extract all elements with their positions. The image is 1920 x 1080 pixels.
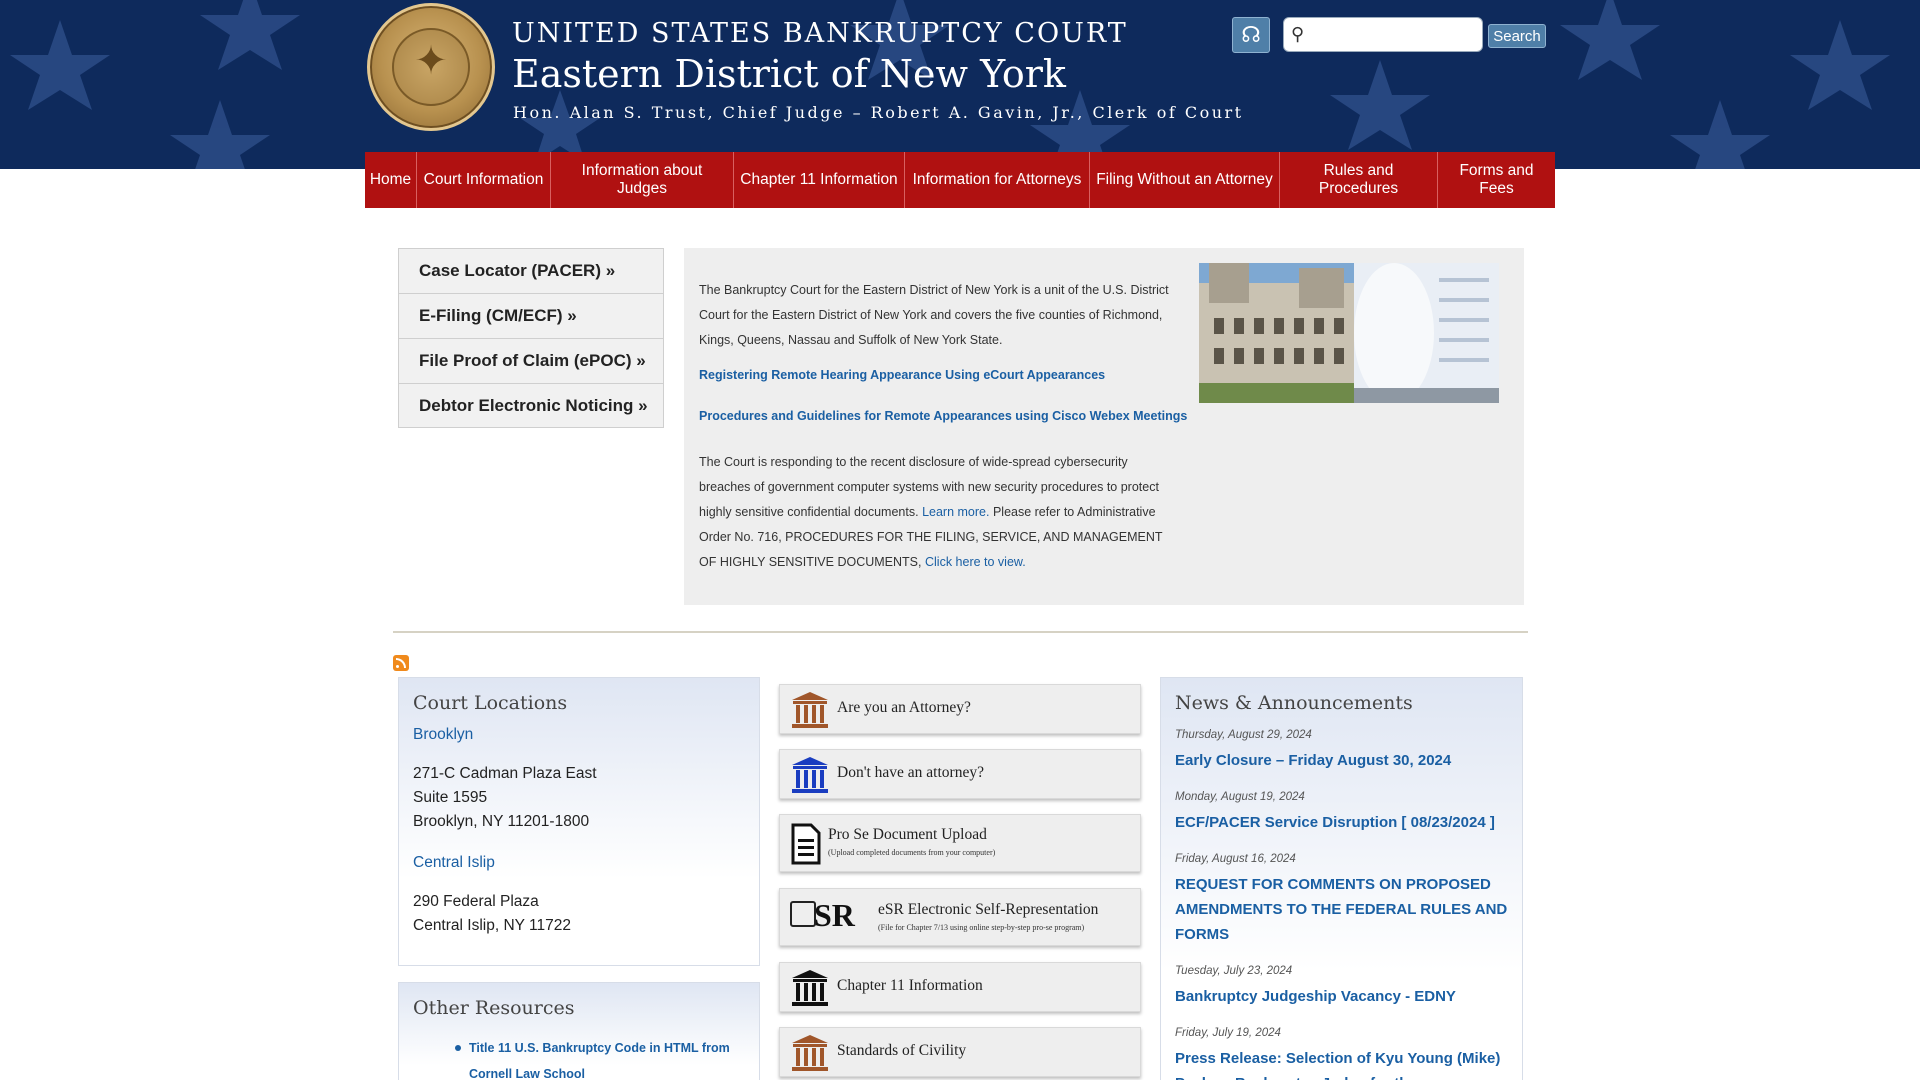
card-title: Chapter 11 Information	[837, 977, 983, 994]
quick-link-proof-of-claim[interactable]: File Proof of Claim (ePOC) »	[398, 338, 664, 383]
card-title: Standards of Civility	[837, 1042, 967, 1059]
site-header: ✦ UNITED STATES BANKRUPTCY COURT Eastern…	[0, 0, 1920, 169]
nav-chapter-11-information[interactable]: Chapter 11 Information	[734, 152, 905, 208]
card-are-you-attorney[interactable]: Are you an Attorney?	[779, 684, 1141, 734]
card-title: eSR Electronic Self-Representation	[878, 901, 1099, 918]
brooklyn-link[interactable]: Brooklyn	[413, 726, 473, 744]
address-line: 271-C Cadman Plaza East	[413, 765, 597, 782]
courthouse-icon	[792, 970, 828, 1006]
card-esr[interactable]: SR eSR Electronic Self-Representation (F…	[779, 888, 1141, 946]
card-title: Don't have an attorney?	[837, 764, 984, 781]
intro-text: The Bankruptcy Court for the Eastern Dis…	[699, 283, 1169, 347]
section-divider	[393, 631, 1528, 633]
card-subtitle: (File for Chapter 7/13 using online step…	[878, 923, 1085, 932]
search-icon: ⚲	[1291, 24, 1305, 44]
court-locations-panel: Court Locations Brooklyn 271-C Cadman Pl…	[398, 677, 760, 966]
card-title: Pro Se Document Upload	[828, 826, 987, 843]
nav-filing-without-attorney[interactable]: Filing Without an Attorney	[1090, 152, 1280, 208]
click-here-link[interactable]: Click here to view.	[925, 555, 1026, 569]
cybersecurity-notice: The Court is responding to the recent di…	[699, 450, 1174, 575]
intro-box: The Bankruptcy Court for the Eastern Dis…	[684, 248, 1524, 605]
nav-home[interactable]: Home	[365, 152, 417, 208]
central-islip-link[interactable]: Central Islip	[413, 854, 495, 872]
news-item-link[interactable]: REQUEST FOR COMMENTS ON PROPOSED AMENDME…	[1175, 872, 1510, 947]
news-date: Monday, August 19, 2024	[1175, 791, 1305, 803]
news-item-link[interactable]: ECF/PACER Service Disruption [ 08/23/202…	[1175, 810, 1510, 835]
news-item-link[interactable]: Early Closure – Friday August 30, 2024	[1175, 748, 1510, 773]
hearing-assist-icon[interactable]: ☊	[1232, 17, 1270, 53]
seal-inner-ring: ✦	[392, 28, 470, 106]
page-root: ✦ UNITED STATES BANKRUPTCY COURT Eastern…	[0, 0, 1920, 1080]
court-seal-logo[interactable]: ✦	[367, 3, 495, 131]
news-item-link[interactable]: Bankruptcy Judgeship Vacancy - EDNY	[1175, 984, 1510, 1009]
court-title: UNITED STATES BANKRUPTCY COURT	[512, 18, 1128, 49]
judges-line: Hon. Alan S. Trust, Chief Judge – Robert…	[513, 103, 1244, 122]
central-islip-address: 290 Federal Plaza Central Islip, NY 1172…	[413, 890, 571, 938]
nav-information-about-judges[interactable]: Information about Judges	[551, 152, 734, 208]
search-button[interactable]: Search	[1488, 24, 1546, 48]
court-locations-title: Court Locations	[413, 692, 568, 714]
news-date: Friday, August 16, 2024	[1175, 853, 1296, 865]
district-name[interactable]: Eastern District of New York	[512, 52, 1066, 96]
other-resources-title: Other Resources	[413, 997, 575, 1019]
rss-icon[interactable]	[393, 655, 409, 671]
learn-more-link[interactable]: Learn more.	[922, 505, 989, 519]
nav-court-information[interactable]: Court Information	[417, 152, 551, 208]
news-panel: News & Announcements Thursday, August 29…	[1160, 677, 1523, 1080]
card-chapter-11[interactable]: Chapter 11 Information	[779, 962, 1141, 1012]
eagle-icon: ✦	[414, 38, 448, 84]
address-line: 290 Federal Plaza	[413, 893, 539, 910]
courthouse-photo-art	[1199, 263, 1499, 403]
nav-information-for-attorneys[interactable]: Information for Attorneys	[905, 152, 1090, 208]
news-date: Friday, July 19, 2024	[1175, 1027, 1281, 1039]
quick-link-case-locator[interactable]: Case Locator (PACER) »	[398, 248, 664, 293]
quick-link-debtor-noticing[interactable]: Debtor Electronic Noticing »	[398, 383, 664, 428]
address-line: Brooklyn, NY 11201-1800	[413, 813, 590, 830]
webex-guidelines-link[interactable]: Procedures and Guidelines for Remote App…	[699, 409, 1187, 423]
news-date: Tuesday, July 23, 2024	[1175, 965, 1293, 977]
card-no-attorney[interactable]: Don't have an attorney?	[779, 749, 1141, 799]
card-standards-of-civility[interactable]: Standards of Civility	[779, 1027, 1141, 1077]
other-resources-panel: Other Resources Title 11 U.S. Bankruptcy…	[398, 982, 760, 1080]
courthouse-icon	[792, 1035, 828, 1071]
esr-logo-text: SR	[814, 897, 855, 933]
nav-forms-and-fees[interactable]: Forms and Fees	[1438, 152, 1555, 208]
news-title: News & Announcements	[1175, 692, 1413, 714]
remote-hearing-link[interactable]: Registering Remote Hearing Appearance Us…	[699, 368, 1105, 382]
card-subtitle: (Upload completed documents from your co…	[828, 848, 996, 857]
quick-links: Case Locator (PACER) » E-Filing (CM/ECF)…	[398, 248, 664, 428]
resource-link-cornell[interactable]: Title 11 U.S. Bankruptcy Code in HTML fr…	[455, 1035, 759, 1080]
address-line: Central Islip, NY 11722	[413, 917, 571, 934]
card-pro-se-upload[interactable]: Pro Se Document Upload (Upload completed…	[779, 814, 1141, 872]
address-line: Suite 1595	[413, 789, 488, 806]
courthouse-photo	[1199, 263, 1499, 403]
card-title: Are you an Attorney?	[837, 699, 971, 716]
nav-rules-and-procedures[interactable]: Rules and Procedures	[1280, 152, 1438, 208]
esr-logo-icon: SR	[790, 897, 866, 935]
courthouse-icon	[792, 692, 828, 728]
news-date: Thursday, August 29, 2024	[1175, 729, 1312, 741]
document-icon	[791, 823, 821, 865]
courthouse-icon	[792, 757, 828, 793]
brooklyn-address: 271-C Cadman Plaza East Suite 1595 Brook…	[413, 762, 597, 834]
quick-link-e-filing[interactable]: E-Filing (CM/ECF) »	[398, 293, 664, 338]
main-nav: Home Court Information Information about…	[365, 152, 1555, 208]
news-item-link[interactable]: Press Release: Selection of Kyu Young (M…	[1175, 1046, 1510, 1080]
search-input[interactable]	[1283, 17, 1483, 52]
